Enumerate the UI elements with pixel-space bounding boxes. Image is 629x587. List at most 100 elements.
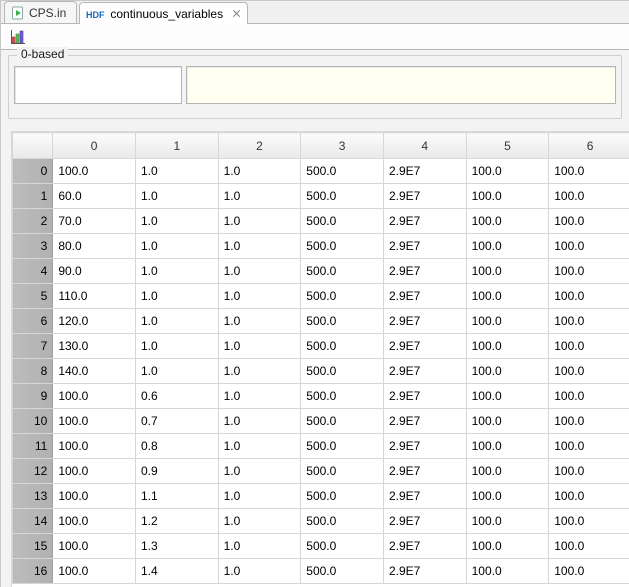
cell[interactable]: 100.0 <box>466 184 549 209</box>
cell[interactable]: 500.0 <box>301 284 384 309</box>
cell[interactable]: 1.0 <box>135 259 218 284</box>
cell[interactable]: 100.0 <box>466 359 549 384</box>
cell[interactable]: 100.0 <box>549 409 629 434</box>
cell[interactable]: 1.0 <box>218 184 301 209</box>
cell[interactable]: 1.0 <box>135 184 218 209</box>
cell[interactable]: 100.0 <box>549 184 629 209</box>
cell[interactable]: 500.0 <box>301 334 384 359</box>
cell[interactable]: 2.9E7 <box>383 484 466 509</box>
cell[interactable]: 100.0 <box>53 509 136 534</box>
tab-continuous_variables[interactable]: HDFcontinuous_variables <box>79 2 248 24</box>
row-header[interactable]: 2 <box>13 209 53 234</box>
cell[interactable]: 500.0 <box>301 509 384 534</box>
cell[interactable]: 2.9E7 <box>383 359 466 384</box>
cell[interactable]: 1.1 <box>135 484 218 509</box>
cell[interactable]: 100.0 <box>549 434 629 459</box>
cell[interactable]: 2.9E7 <box>383 509 466 534</box>
cell[interactable]: 100.0 <box>549 159 629 184</box>
cell[interactable]: 500.0 <box>301 409 384 434</box>
row-header[interactable]: 12 <box>13 459 53 484</box>
cell[interactable]: 2.9E7 <box>383 434 466 459</box>
cell[interactable]: 2.9E7 <box>383 334 466 359</box>
cell[interactable]: 1.0 <box>218 384 301 409</box>
cell[interactable]: 1.0 <box>218 159 301 184</box>
cell[interactable]: 1.3 <box>135 534 218 559</box>
cell[interactable]: 500.0 <box>301 459 384 484</box>
cell[interactable]: 2.9E7 <box>383 559 466 584</box>
cell[interactable]: 500.0 <box>301 534 384 559</box>
cell[interactable]: 100.0 <box>549 259 629 284</box>
cell[interactable]: 100.0 <box>53 459 136 484</box>
cell[interactable]: 500.0 <box>301 434 384 459</box>
cell[interactable]: 100.0 <box>53 534 136 559</box>
cell[interactable]: 1.0 <box>135 284 218 309</box>
row-header[interactable]: 8 <box>13 359 53 384</box>
cell[interactable]: 100.0 <box>549 334 629 359</box>
cell[interactable]: 2.9E7 <box>383 184 466 209</box>
cell[interactable]: 1.0 <box>218 559 301 584</box>
col-header[interactable]: 5 <box>466 133 549 159</box>
cell[interactable]: 500.0 <box>301 359 384 384</box>
cell[interactable]: 100.0 <box>466 409 549 434</box>
cell[interactable]: 500.0 <box>301 309 384 334</box>
col-header[interactable]: 3 <box>301 133 384 159</box>
cell[interactable]: 100.0 <box>549 534 629 559</box>
cell[interactable]: 100.0 <box>466 209 549 234</box>
row-header[interactable]: 16 <box>13 559 53 584</box>
cell[interactable]: 0.9 <box>135 459 218 484</box>
cell[interactable]: 2.9E7 <box>383 409 466 434</box>
cell[interactable]: 2.9E7 <box>383 209 466 234</box>
cell[interactable]: 0.7 <box>135 409 218 434</box>
cell[interactable]: 500.0 <box>301 234 384 259</box>
cell[interactable]: 1.0 <box>135 359 218 384</box>
col-header[interactable]: 1 <box>135 133 218 159</box>
cell[interactable]: 1.2 <box>135 509 218 534</box>
cell[interactable]: 100.0 <box>53 559 136 584</box>
cell[interactable]: 1.0 <box>218 359 301 384</box>
cell[interactable]: 100.0 <box>466 559 549 584</box>
cell[interactable]: 100.0 <box>466 434 549 459</box>
cell[interactable]: 100.0 <box>466 284 549 309</box>
cell[interactable]: 100.0 <box>53 384 136 409</box>
cell[interactable]: 1.0 <box>218 334 301 359</box>
cell[interactable]: 100.0 <box>466 159 549 184</box>
cell[interactable]: 100.0 <box>466 509 549 534</box>
cell[interactable]: 130.0 <box>53 334 136 359</box>
cell[interactable]: 500.0 <box>301 559 384 584</box>
cell[interactable]: 1.4 <box>135 559 218 584</box>
row-header[interactable]: 6 <box>13 309 53 334</box>
cell[interactable]: 100.0 <box>466 259 549 284</box>
cell[interactable]: 1.0 <box>218 459 301 484</box>
cell[interactable]: 100.0 <box>549 484 629 509</box>
row-header[interactable]: 11 <box>13 434 53 459</box>
cell[interactable]: 2.9E7 <box>383 259 466 284</box>
col-header[interactable]: 2 <box>218 133 301 159</box>
cell[interactable]: 2.9E7 <box>383 159 466 184</box>
data-table[interactable]: 0123456 0100.01.01.0500.02.9E7100.0100.0… <box>12 132 629 584</box>
cell[interactable]: 500.0 <box>301 484 384 509</box>
cell[interactable]: 500.0 <box>301 184 384 209</box>
index-secondary-input[interactable] <box>186 66 616 104</box>
cell[interactable]: 1.0 <box>218 534 301 559</box>
cell[interactable]: 100.0 <box>53 409 136 434</box>
col-header[interactable]: 4 <box>383 133 466 159</box>
cell[interactable]: 100.0 <box>549 359 629 384</box>
cell[interactable]: 100.0 <box>466 384 549 409</box>
cell[interactable]: 100.0 <box>466 484 549 509</box>
cell[interactable]: 1.0 <box>135 309 218 334</box>
close-icon[interactable] <box>233 10 241 18</box>
cell[interactable]: 1.0 <box>218 259 301 284</box>
row-header[interactable]: 7 <box>13 334 53 359</box>
col-header[interactable]: 6 <box>549 133 629 159</box>
cell[interactable]: 1.0 <box>218 484 301 509</box>
cell[interactable]: 1.0 <box>218 284 301 309</box>
row-header[interactable]: 4 <box>13 259 53 284</box>
tab-cps-in[interactable]: CPS.in <box>4 1 77 23</box>
cell[interactable]: 100.0 <box>53 434 136 459</box>
cell[interactable]: 500.0 <box>301 159 384 184</box>
cell[interactable]: 2.9E7 <box>383 384 466 409</box>
cell[interactable]: 1.0 <box>135 209 218 234</box>
cell[interactable]: 120.0 <box>53 309 136 334</box>
cell[interactable]: 100.0 <box>466 459 549 484</box>
row-header[interactable]: 9 <box>13 384 53 409</box>
